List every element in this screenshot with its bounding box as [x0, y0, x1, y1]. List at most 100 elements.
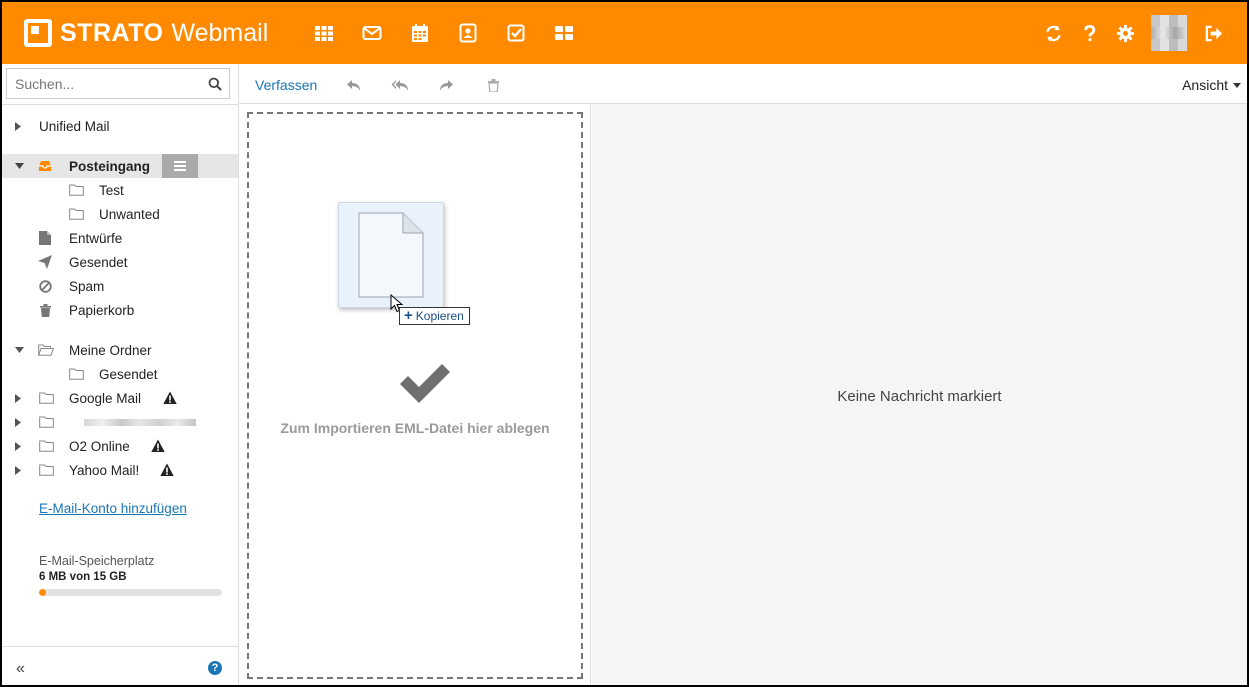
reply-all-icon[interactable]	[391, 76, 409, 94]
folder-label: Posteingang	[69, 158, 151, 174]
top-bar: STRATO Webmail	[2, 2, 1247, 64]
folder-label: Spam	[69, 278, 105, 294]
sidebar-divider	[2, 104, 238, 105]
storage-progress-fill	[39, 589, 47, 596]
mail-toolbar: Verfassen Ansicht	[239, 64, 1247, 104]
contacts-icon[interactable]	[444, 13, 492, 53]
storage-progress-bar	[39, 589, 222, 596]
folder-label: O2 Online	[69, 438, 130, 454]
folder-unwanted[interactable]: Unwanted	[2, 202, 238, 226]
caret-right-icon[interactable]	[13, 393, 23, 403]
copy-tooltip: + Kopieren	[399, 307, 470, 325]
folder-label: Papierkorb	[69, 302, 135, 318]
draft-file-icon	[37, 230, 53, 246]
plus-icon: +	[404, 307, 413, 324]
folder-label: Entwürfe	[69, 230, 123, 246]
account-yahoo-mail[interactable]: Yahoo Mail!	[2, 458, 238, 482]
account-google-mail[interactable]: Google Mail	[2, 386, 238, 410]
checkmark-icon	[400, 364, 450, 403]
search-input[interactable]	[15, 75, 201, 92]
message-list-pane: + Kopieren Zum Importieren EML-Datei hie…	[239, 104, 591, 685]
caret-down-icon[interactable]	[14, 345, 24, 355]
folder-icon	[68, 206, 84, 222]
folder-icon	[38, 390, 54, 406]
no-message-selected-text: Keine Nachricht markiert	[837, 388, 1002, 405]
header-actions	[1035, 13, 1231, 53]
settings-icon[interactable]	[1107, 13, 1143, 53]
warning-icon	[151, 439, 165, 452]
folder-sidebar: Unified Mail Posteingang Test Unwanted E…	[2, 64, 239, 685]
storage-label: E-Mail-Speicherplatz	[39, 554, 155, 568]
view-label: Ansicht	[1182, 77, 1228, 93]
message-detail-pane: Keine Nachricht markiert	[592, 104, 1247, 685]
caret-right-icon[interactable]	[13, 441, 23, 451]
calendar-icon[interactable]	[396, 13, 444, 53]
folder-spam[interactable]: Spam	[2, 274, 238, 298]
strato-logo[interactable]: STRATO Webmail	[24, 19, 268, 48]
logout-icon[interactable]	[1195, 13, 1231, 53]
account-o2-online[interactable]: O2 Online	[2, 434, 238, 458]
apps-grid-icon[interactable]	[300, 13, 348, 53]
folder-label: Yahoo Mail!	[69, 462, 140, 478]
add-email-account-link[interactable]: E-Mail-Konto hinzufügen	[39, 501, 187, 516]
logo-app-name: Webmail	[171, 18, 269, 47]
logo-mark-icon	[24, 19, 52, 47]
caret-down-icon[interactable]	[14, 161, 24, 171]
folder-label: Unified Mail	[39, 118, 110, 134]
search-field[interactable]	[6, 68, 230, 99]
folder-sent[interactable]: Gesendet	[2, 250, 238, 274]
dragged-file-preview	[338, 202, 444, 308]
folder-icon	[68, 366, 84, 382]
redacted-account-name	[84, 419, 196, 426]
forward-icon[interactable]	[437, 76, 455, 94]
sidebar-footer-divider	[2, 646, 238, 647]
compose-button[interactable]: Verfassen	[255, 77, 317, 93]
mail-icon[interactable]	[348, 13, 396, 53]
folder-inbox[interactable]: Posteingang	[2, 154, 238, 178]
refresh-icon[interactable]	[1035, 13, 1071, 53]
eml-drop-zone[interactable]: + Kopieren Zum Importieren EML-Datei hie…	[247, 112, 583, 679]
chevron-down-icon	[1233, 82, 1241, 88]
caret-right-icon[interactable]	[13, 465, 23, 475]
folder-open-icon	[38, 342, 54, 358]
copy-tooltip-label: Kopieren	[415, 309, 464, 323]
caret-right-icon[interactable]	[13, 121, 23, 131]
account-redacted[interactable]	[2, 410, 238, 434]
folder-my-folders[interactable]: Meine Ordner	[2, 338, 238, 362]
paper-plane-icon	[37, 254, 53, 270]
folder-label: Unwanted	[99, 206, 160, 222]
inbox-icon	[37, 158, 53, 174]
avatar[interactable]	[1151, 15, 1187, 51]
folder-icon	[68, 182, 84, 198]
folder-label: Gesendet	[99, 366, 158, 382]
view-dropdown[interactable]: Ansicht	[1182, 77, 1241, 93]
caret-right-icon[interactable]	[13, 417, 23, 427]
folder-unified-mail[interactable]: Unified Mail	[2, 114, 238, 138]
folder-icon	[38, 438, 54, 454]
search-icon[interactable]	[201, 77, 229, 91]
trash-icon	[37, 302, 53, 318]
ban-icon	[37, 278, 53, 294]
folder-gesendet-sub[interactable]: Gesendet	[2, 362, 238, 386]
portal-icon[interactable]	[540, 13, 588, 53]
collapse-sidebar-button[interactable]: «	[16, 660, 25, 678]
warning-icon	[160, 463, 174, 476]
folder-menu-button[interactable]	[162, 154, 198, 178]
folder-trash[interactable]: Papierkorb	[2, 298, 238, 322]
help-button[interactable]: ?	[208, 661, 222, 675]
folder-label: Test	[99, 182, 124, 198]
folder-label: Meine Ordner	[69, 342, 152, 358]
drop-instruction: Zum Importieren EML-Datei hier ablegen	[280, 420, 550, 436]
folder-label: Gesendet	[69, 254, 128, 270]
folder-icon	[38, 462, 54, 478]
folder-icon	[38, 414, 54, 430]
tasks-icon[interactable]	[492, 13, 540, 53]
help-icon[interactable]	[1071, 13, 1107, 53]
reply-icon[interactable]	[345, 76, 363, 94]
warning-icon	[163, 391, 177, 404]
folder-test[interactable]: Test	[2, 178, 238, 202]
storage-value: 6 MB von 15 GB	[39, 571, 127, 583]
delete-icon[interactable]	[484, 76, 502, 94]
folder-drafts[interactable]: Entwürfe	[2, 226, 238, 250]
app-switcher	[300, 13, 588, 53]
